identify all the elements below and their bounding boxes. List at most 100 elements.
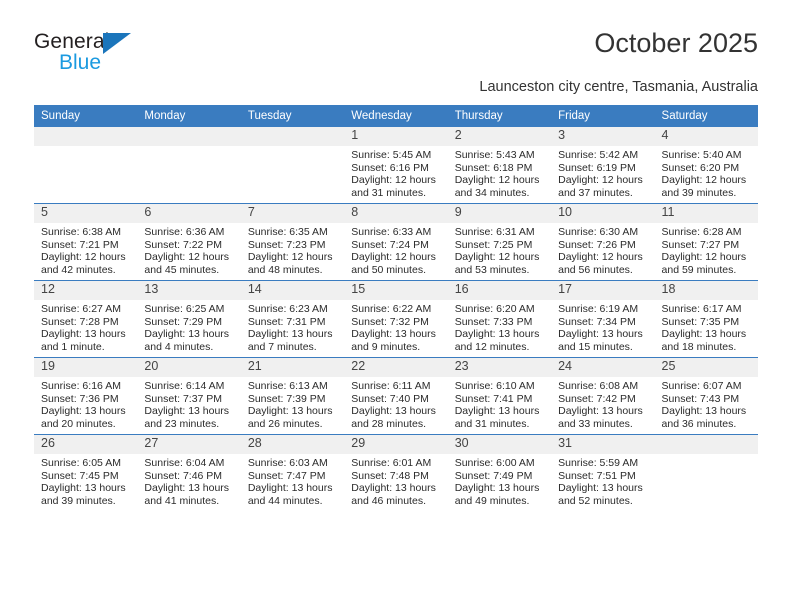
day-sun-info: Sunrise: 6:38 AM Sunset: 7:21 PM Daylight:… (34, 223, 137, 276)
day-sunrise-text: Sunrise: 5:42 AM (558, 149, 639, 161)
day-sunrise-text: Sunrise: 6:03 AM (247, 457, 328, 469)
day-sunset-text: Sunset: 7:39 PM (247, 392, 326, 405)
weekday-header-wednesday: Wednesday (344, 105, 448, 127)
calendar-day-cell[interactable]: 30 Sunrise: 6:00 AM Sunset: 7:49 PM Dayligh… (447, 434, 552, 511)
calendar-day-cell[interactable]: 18 Sunrise: 6:17 AM Sunset: 7:35 PM Dayligh… (654, 280, 758, 358)
day-number: 7 (240, 204, 345, 223)
day-sunrise-text: Sunrise: 6:04 AM (144, 457, 225, 469)
calendar-week-row: 19 Sunrise: 6:16 AM Sunset: 7:36 PM Dayligh… (34, 357, 758, 435)
calendar-week-row: 12 Sunrise: 6:27 AM Sunset: 7:28 PM Dayligh… (34, 280, 758, 358)
calendar-day-cell[interactable]: 31 Sunrise: 5:59 AM Sunset: 7:51 PM Dayligh… (551, 434, 655, 511)
day-cell-inner: 1 Sunrise: 5:45 AM Sunset: 6:16 PM Daylight… (344, 127, 448, 203)
day-daylight-1-text: Daylight: 13 hours (41, 405, 126, 418)
calendar-day-cell[interactable]: 16 Sunrise: 6:20 AM Sunset: 7:33 PM Dayligh… (447, 280, 552, 358)
day-daylight-2-text: and 36 minutes. (661, 417, 737, 430)
day-daylight-2-text: and 39 minutes. (661, 186, 737, 199)
day-sun-info: Sunrise: 6:22 AM Sunset: 7:32 PM Daylight:… (344, 300, 447, 353)
calendar-day-cell[interactable]: 14 Sunrise: 6:23 AM Sunset: 7:31 PM Dayligh… (240, 280, 345, 358)
day-daylight-2-text: and 31 minutes. (454, 417, 530, 430)
day-daylight-2-text: and 33 minutes. (558, 417, 633, 430)
calendar-day-cell[interactable]: 28 Sunrise: 6:03 AM Sunset: 7:47 PM Dayligh… (240, 434, 345, 511)
day-number: 3 (551, 127, 655, 146)
calendar-day-cell[interactable]: 26 Sunrise: 6:05 AM Sunset: 7:45 PM Dayligh… (34, 434, 138, 511)
weekday-header-saturday: Saturday (654, 105, 758, 127)
calendar-day-cell[interactable]: 6 Sunrise: 6:36 AM Sunset: 7:22 PM Daylight… (137, 203, 241, 281)
day-daylight-2-text: and 12 minutes. (454, 340, 530, 353)
day-cell-inner (34, 127, 138, 203)
weekday-header-monday: Monday (137, 105, 241, 127)
day-cell-inner: 30 Sunrise: 6:00 AM Sunset: 7:49 PM Dayligh… (447, 435, 552, 511)
calendar-week-row: 26 Sunrise: 6:05 AM Sunset: 7:45 PM Dayligh… (34, 434, 758, 511)
page-header: General Blue October 2025 Launceston cit… (0, 0, 792, 96)
calendar-day-cell[interactable]: 10 Sunrise: 6:30 AM Sunset: 7:26 PM Dayligh… (551, 203, 655, 281)
day-sunset-text: Sunset: 7:34 PM (558, 315, 636, 328)
calendar-day-cell[interactable]: 20 Sunrise: 6:14 AM Sunset: 7:37 PM Dayligh… (137, 357, 241, 435)
calendar-day-cell[interactable]: 3 Sunrise: 5:42 AM Sunset: 6:19 PM Daylight… (551, 127, 655, 204)
day-sunset-text: Sunset: 7:51 PM (558, 469, 636, 482)
calendar-day-cell[interactable]: 15 Sunrise: 6:22 AM Sunset: 7:32 PM Dayligh… (344, 280, 448, 358)
day-sunrise-text: Sunrise: 6:07 AM (661, 380, 742, 392)
calendar-day-cell[interactable]: 12 Sunrise: 6:27 AM Sunset: 7:28 PM Dayligh… (34, 280, 138, 358)
calendar-day-cell[interactable]: 5 Sunrise: 6:38 AM Sunset: 7:21 PM Daylight… (34, 203, 138, 281)
calendar-day-cell[interactable]: 13 Sunrise: 6:25 AM Sunset: 7:29 PM Dayligh… (137, 280, 241, 358)
weekday-header-thursday: Thursday (447, 105, 552, 127)
day-daylight-2-text: and 56 minutes. (558, 263, 633, 276)
day-cell-inner: 3 Sunrise: 5:42 AM Sunset: 6:19 PM Daylight… (551, 127, 655, 203)
day-sunrise-text: Sunrise: 6:14 AM (144, 380, 225, 392)
day-cell-inner: 6 Sunrise: 6:36 AM Sunset: 7:22 PM Daylight… (137, 204, 241, 280)
day-daylight-2-text: and 46 minutes. (351, 494, 426, 507)
logo-text-blue: Blue (59, 51, 102, 74)
calendar-day-cell[interactable]: 9 Sunrise: 6:31 AM Sunset: 7:25 PM Daylight… (447, 203, 552, 281)
weekday-header-friday: Friday (551, 105, 655, 127)
calendar-week-row: 1 Sunrise: 5:45 AM Sunset: 6:16 PM Daylight… (34, 127, 758, 204)
calendar-day-cell[interactable]: 19 Sunrise: 6:16 AM Sunset: 7:36 PM Dayligh… (34, 357, 138, 435)
day-sun-info: Sunrise: 6:25 AM Sunset: 7:29 PM Daylight:… (137, 300, 240, 353)
calendar-day-cell[interactable]: 29 Sunrise: 6:01 AM Sunset: 7:48 PM Dayligh… (344, 434, 448, 511)
day-sun-info: Sunrise: 6:36 AM Sunset: 7:22 PM Daylight:… (137, 223, 240, 276)
day-sunrise-text: Sunrise: 6:20 AM (454, 303, 535, 315)
generalblue-logo: General Blue (34, 30, 154, 76)
day-daylight-1-text: Daylight: 13 hours (558, 328, 643, 341)
calendar-day-cell[interactable]: 23 Sunrise: 6:10 AM Sunset: 7:41 PM Dayligh… (447, 357, 552, 435)
day-sunset-text: Sunset: 7:33 PM (454, 315, 533, 328)
day-number: 20 (137, 358, 241, 377)
day-daylight-1-text: Daylight: 12 hours (661, 251, 747, 264)
day-sunset-text: Sunset: 7:26 PM (558, 238, 636, 251)
day-number: 8 (344, 204, 448, 223)
calendar-day-cell[interactable]: 21 Sunrise: 6:13 AM Sunset: 7:39 PM Dayligh… (240, 357, 345, 435)
calendar-day-cell[interactable]: 2 Sunrise: 5:43 AM Sunset: 6:18 PM Daylight… (447, 127, 552, 204)
calendar-day-cell-empty (137, 127, 241, 204)
calendar-day-cell[interactable]: 17 Sunrise: 6:19 AM Sunset: 7:34 PM Dayligh… (551, 280, 655, 358)
calendar-day-cell[interactable]: 25 Sunrise: 6:07 AM Sunset: 7:43 PM Dayligh… (654, 357, 758, 435)
day-sunset-text: Sunset: 7:25 PM (454, 238, 533, 251)
calendar-day-cell[interactable]: 22 Sunrise: 6:11 AM Sunset: 7:40 PM Dayligh… (344, 357, 448, 435)
calendar-day-cell[interactable]: 7 Sunrise: 6:35 AM Sunset: 7:23 PM Daylight… (240, 203, 345, 281)
day-daylight-1-text: Daylight: 12 hours (558, 251, 643, 264)
day-cell-inner: 26 Sunrise: 6:05 AM Sunset: 7:45 PM Dayligh… (34, 435, 138, 511)
day-daylight-2-text: and 45 minutes. (144, 263, 220, 276)
calendar-day-cell[interactable]: 24 Sunrise: 6:08 AM Sunset: 7:42 PM Dayligh… (551, 357, 655, 435)
calendar-day-cell[interactable]: 4 Sunrise: 5:40 AM Sunset: 6:20 PM Daylight… (654, 127, 758, 204)
day-cell-inner: 11 Sunrise: 6:28 AM Sunset: 7:27 PM Dayligh… (654, 204, 758, 280)
day-sunrise-text: Sunrise: 6:30 AM (558, 226, 639, 238)
day-daylight-1-text: Daylight: 12 hours (351, 174, 436, 187)
day-daylight-1-text: Daylight: 12 hours (351, 251, 436, 264)
calendar-day-cell[interactable]: 1 Sunrise: 5:45 AM Sunset: 6:16 PM Daylight… (344, 127, 448, 204)
page-subtitle: Launceston city centre, Tasmania, Austra… (479, 79, 758, 95)
calendar-day-cell-empty (654, 434, 758, 511)
calendar-day-cell[interactable]: 11 Sunrise: 6:28 AM Sunset: 7:27 PM Dayligh… (654, 203, 758, 281)
day-number (240, 127, 345, 146)
calendar-day-cell[interactable]: 8 Sunrise: 6:33 AM Sunset: 7:24 PM Daylight… (344, 203, 448, 281)
day-cell-inner: 31 Sunrise: 5:59 AM Sunset: 7:51 PM Dayligh… (551, 435, 655, 511)
day-daylight-2-text: and 50 minutes. (351, 263, 426, 276)
day-sun-info: Sunrise: 6:28 AM Sunset: 7:27 PM Daylight:… (655, 223, 758, 276)
day-sunset-text: Sunset: 7:46 PM (144, 469, 223, 482)
day-cell-inner: 15 Sunrise: 6:22 AM Sunset: 7:32 PM Dayligh… (344, 281, 448, 357)
day-number (654, 435, 758, 454)
calendar-day-cell[interactable]: 27 Sunrise: 6:04 AM Sunset: 7:46 PM Dayligh… (137, 434, 241, 511)
day-daylight-1-text: Daylight: 13 hours (661, 405, 747, 418)
day-sunrise-text: Sunrise: 6:38 AM (41, 226, 121, 238)
page-title: October 2025 (594, 28, 758, 58)
day-daylight-1-text: Daylight: 12 hours (454, 251, 540, 264)
day-number: 19 (34, 358, 138, 377)
